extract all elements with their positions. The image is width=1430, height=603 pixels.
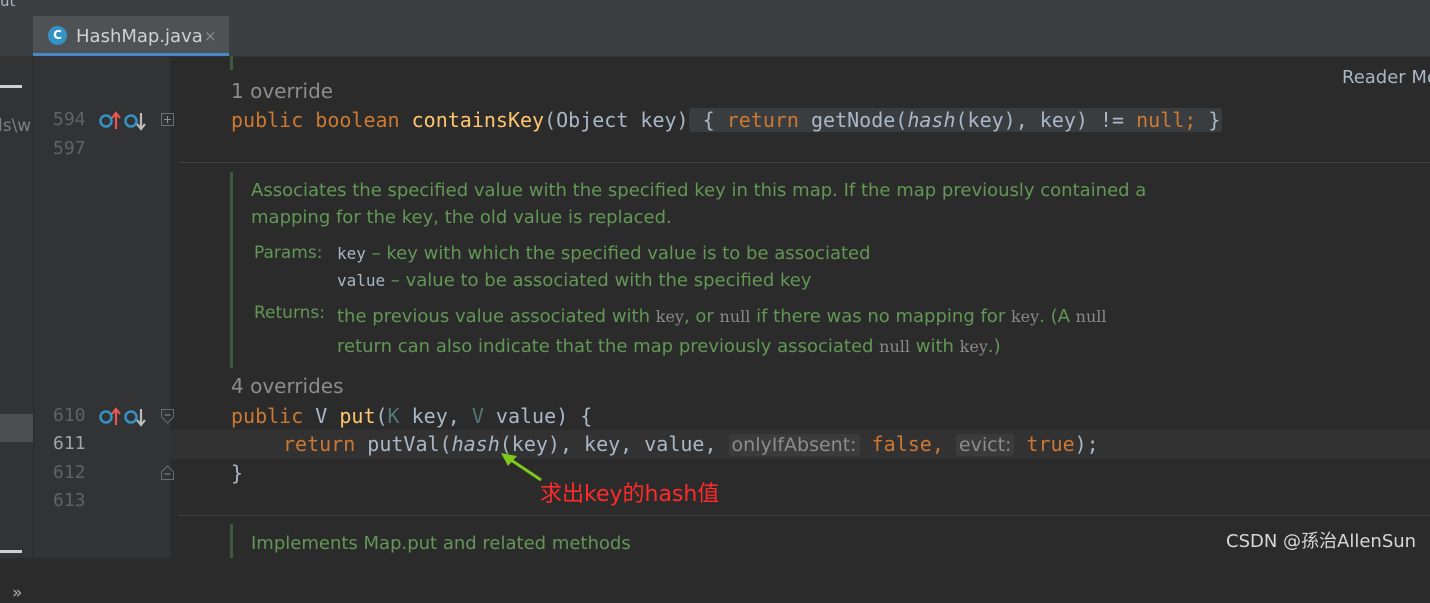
- code-line-containskey[interactable]: public boolean containsKey(Object key) {…: [231, 106, 1223, 134]
- doc-text: Implements Map.put and related methods: [251, 533, 631, 554]
- code-line-put-signature[interactable]: public V put(K key, V value) {: [231, 402, 592, 430]
- parameter-hint: evict:: [955, 434, 1015, 456]
- tab-close-icon[interactable]: ×: [204, 27, 217, 45]
- fold-end-icon[interactable]: [161, 464, 175, 480]
- doc-param: value – value to be associated with the …: [337, 270, 812, 291]
- tab-label[interactable]: HashMap.java: [76, 26, 203, 47]
- doc-text: Associates the specified value with the …: [251, 180, 1147, 201]
- line-number: 610: [53, 405, 86, 426]
- line-number: 594: [53, 109, 86, 130]
- line-number: 597: [53, 138, 86, 159]
- doc-comment-bar: [230, 172, 233, 368]
- fold-expand-icon[interactable]: [161, 113, 175, 127]
- parameter-hint: onlyIfAbsent:: [728, 434, 860, 456]
- window-title-fragment: ut: [0, 0, 16, 10]
- watermark: CSDN @孫治AllenSun: [1226, 531, 1417, 552]
- collapse-icon[interactable]: [0, 550, 22, 553]
- code-line-close-brace[interactable]: }: [231, 459, 243, 487]
- doc-returns: the previous value associated with key, …: [337, 306, 1107, 327]
- java-class-icon: C: [48, 26, 67, 45]
- doc-comment-bar: [230, 56, 233, 70]
- override-implement-icons[interactable]: [99, 405, 149, 429]
- section-separator: [179, 515, 1430, 516]
- doc-param: key – key with which the specified value…: [337, 243, 871, 264]
- doc-text: mapping for the key, the old value is re…: [251, 207, 672, 228]
- doc-comment-bar: [230, 524, 233, 558]
- method-name: put: [339, 404, 376, 428]
- hash-call: hash: [451, 432, 500, 456]
- doc-params-label: Params:: [254, 243, 323, 263]
- override-count[interactable]: 4 overrides: [231, 374, 344, 398]
- keyword: public: [231, 108, 304, 132]
- window-title-strip: [0, 0, 1430, 16]
- project-tool-strip: ls\w »: [0, 56, 34, 603]
- keyword: boolean: [315, 108, 400, 132]
- line-number: 611: [53, 433, 86, 454]
- fold-collapse-icon[interactable]: [161, 409, 175, 425]
- method-name: containsKey: [411, 108, 545, 132]
- override-implement-icons[interactable]: [99, 109, 149, 133]
- code-line-put-body[interactable]: return putVal(hash(key), key, value, onl…: [283, 430, 1099, 459]
- line-number: 613: [53, 490, 86, 511]
- collapse-icon[interactable]: [0, 85, 22, 88]
- annotation-label: 求出key的hash值: [540, 482, 720, 507]
- code-text: (Object key): [544, 108, 689, 132]
- project-path-fragment: ls\w: [0, 116, 32, 136]
- override-count[interactable]: 1 override: [231, 79, 333, 103]
- folded-region[interactable]: { return getNode(hash(key), key) != null…: [688, 108, 1223, 132]
- expand-chevron-icon[interactable]: »: [12, 583, 22, 603]
- reader-mode-button[interactable]: Reader Mo: [1342, 67, 1430, 88]
- doc-returns-label: Returns:: [254, 303, 325, 323]
- section-separator: [179, 162, 1430, 163]
- doc-returns: return can also indicate that the map pr…: [337, 336, 1001, 357]
- line-number: 612: [53, 462, 86, 483]
- selected-tree-item[interactable]: [0, 414, 33, 442]
